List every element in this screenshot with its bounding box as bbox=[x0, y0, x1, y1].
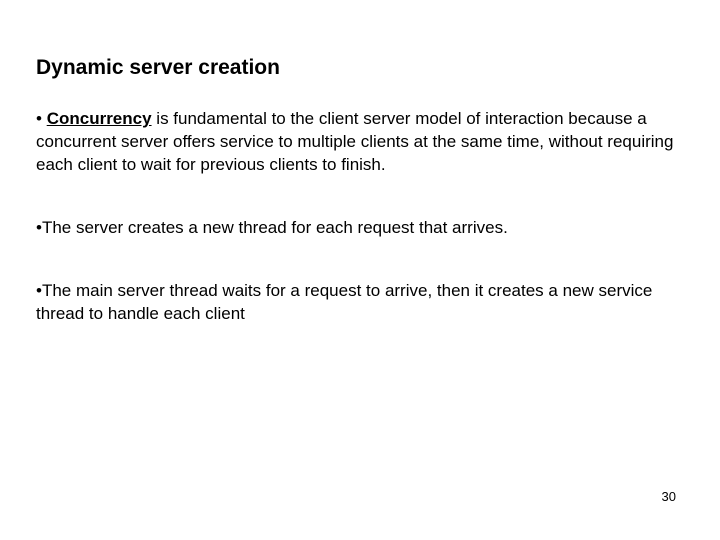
bullet-item: • Concurrency is fundamental to the clie… bbox=[36, 108, 680, 177]
slide-title: Dynamic server creation bbox=[36, 56, 680, 80]
bullet-text: The main server thread waits for a reque… bbox=[36, 281, 652, 323]
bullet-text: The server creates a new thread for each… bbox=[42, 218, 508, 237]
bullet-marker: • bbox=[36, 109, 47, 128]
slide: Dynamic server creation • Concurrency is… bbox=[0, 0, 720, 540]
page-number: 30 bbox=[662, 489, 676, 504]
bullet-lead: Concurrency bbox=[47, 109, 152, 128]
bullet-item: •The server creates a new thread for eac… bbox=[36, 217, 680, 240]
bullet-item: •The main server thread waits for a requ… bbox=[36, 280, 680, 326]
